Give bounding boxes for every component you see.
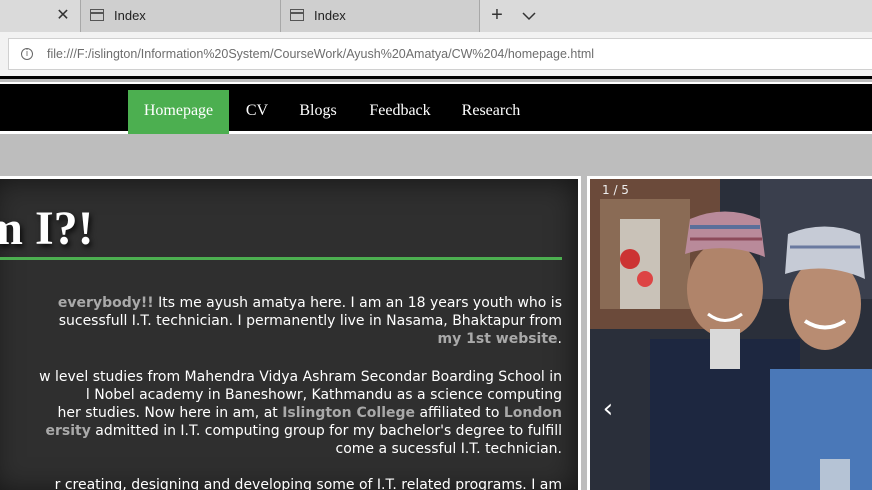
browser-tab-2[interactable]: Index (280, 0, 480, 32)
text-line: w level studies from Mahendra Vidya Ashr… (39, 369, 562, 385)
text-span: her studies. Now here in am, at (57, 405, 283, 421)
nav-research-link[interactable]: Research (452, 90, 530, 136)
text-span: . (557, 331, 562, 347)
web-page: Homepage CV Blogs Feedback Research m I?… (0, 76, 872, 490)
new-tab-plus-icon[interactable]: + (486, 4, 508, 28)
address-bar: i file:///F:/islington/Information%20Sys… (0, 32, 872, 76)
tab-label: Index (114, 8, 146, 23)
about-heading: m I?! (0, 202, 94, 255)
text-span: affiliated to (415, 405, 504, 421)
intro-paragraph: everybody!! Its me ayush amatya here. I … (0, 294, 562, 348)
info-icon[interactable]: i (21, 48, 33, 60)
interests-paragraph: r creating, designing and developing som… (0, 476, 562, 490)
previous-slide-arrow-icon[interactable]: ‹ (596, 389, 620, 429)
photo-slideshow: 1 / 5 ‹ (587, 176, 872, 490)
text-line: l Nobel academy in Baneshowr, Kathmandu … (85, 387, 562, 403)
browser-tab-bar: ✕ Index Index + (0, 0, 872, 32)
nav-feedback-link[interactable]: Feedback (360, 90, 440, 136)
page-icon (290, 9, 304, 21)
text-line: my 1st website. (0, 330, 562, 348)
highlight-text: Islington College (282, 405, 415, 421)
slide-photo (590, 179, 872, 490)
page-icon (90, 9, 104, 21)
top-rule (0, 76, 872, 79)
text-line: r creating, designing and developing som… (54, 477, 562, 490)
nav-homepage-link[interactable]: Homepage (128, 90, 229, 136)
text-line: her studies. Now here in am, at Islingto… (0, 404, 563, 422)
url-text[interactable]: file:///F:/islington/Information%20Syste… (47, 47, 594, 61)
highlight-text: ersity (45, 423, 91, 439)
navigation-bar: Homepage CV Blogs Feedback Research (0, 82, 872, 136)
text-line: ersity admitted in I.T. computing group … (0, 422, 562, 440)
browser-tab-1[interactable]: Index (80, 0, 280, 32)
education-paragraph: w level studies from Mahendra Vidya Ashr… (0, 368, 562, 458)
text-span: Its me ayush amatya here. I am an 18 yea… (153, 295, 562, 311)
heading-underline (0, 257, 562, 260)
tab-divider (479, 0, 480, 32)
text-line: sucessfull I.T. technician. I permanentl… (58, 313, 562, 329)
slide-counter: 1 / 5 (602, 183, 629, 197)
tab-label: Index (314, 8, 346, 23)
text-line: come a sucessful I.T. technician. (335, 441, 563, 457)
tab-list-chevron-down-icon[interactable] (518, 6, 540, 26)
highlight-text: my 1st website (437, 331, 558, 347)
text-line: everybody!! Its me ayush amatya here. I … (0, 294, 562, 312)
highlight-text: everybody!! (57, 295, 154, 311)
about-section: m I?! everybody!! Its me ayush amatya he… (0, 176, 581, 490)
nav-cv-link[interactable]: CV (235, 90, 279, 136)
text-span: admitted in I.T. computing group for my … (90, 423, 562, 439)
spacer-strip (0, 134, 872, 174)
highlight-text: London (503, 405, 562, 421)
close-tab-icon[interactable]: ✕ (52, 6, 74, 26)
nav-blogs-link[interactable]: Blogs (290, 90, 346, 136)
url-field[interactable]: i file:///F:/islington/Information%20Sys… (8, 38, 872, 70)
